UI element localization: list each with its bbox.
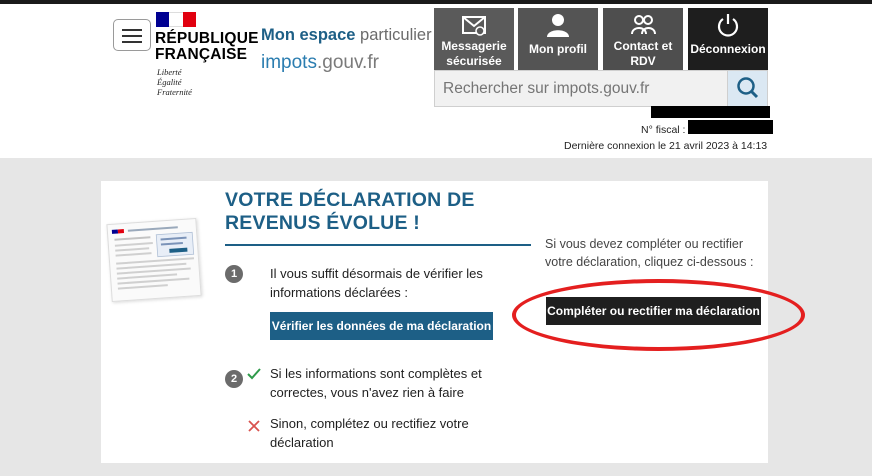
- motto-egalite: Égalité: [157, 77, 182, 87]
- menu-icon-bar: [122, 35, 142, 37]
- last-connection-text: Dernière connexion le 21 avril 2023 à 14…: [564, 140, 768, 152]
- search-input[interactable]: [435, 71, 727, 106]
- mon-espace-particulier-title: Mon espace particulier: [261, 26, 432, 45]
- space-title-bold: Mon espace: [261, 26, 356, 44]
- search-button[interactable]: [727, 71, 767, 106]
- messagerie-label-2: sécurisée: [446, 54, 502, 68]
- search-icon: [737, 77, 759, 99]
- contact-people-icon: [631, 15, 656, 35]
- redacted-user-name: [651, 106, 770, 118]
- menu-icon-bar: [122, 41, 142, 43]
- tax-form-illustration: [106, 217, 202, 303]
- secure-mail-icon: [462, 16, 486, 36]
- republic-motto: Liberté Égalité Fraternité: [157, 67, 192, 97]
- contact-label-2: RDV: [630, 54, 656, 68]
- redacted-fiscal-number: [688, 120, 773, 134]
- user-icon: [547, 14, 569, 37]
- step-1-badge: 1: [225, 265, 243, 283]
- step-2-ok-text: Si les informations sont complètes et co…: [270, 366, 482, 400]
- contact-label-1: Contact et: [613, 39, 673, 53]
- site-name-part2: .gouv.fr: [316, 52, 379, 73]
- nav-messagerie-button[interactable]: Messagerie sécurisée: [434, 8, 514, 70]
- profil-label: Mon profil: [529, 42, 587, 56]
- brand-line-1: RÉPUBLIQUE: [155, 30, 259, 47]
- step-2-badge: 2: [225, 370, 243, 388]
- document-image: [111, 226, 195, 290]
- power-icon: [717, 14, 739, 37]
- republique-francaise-logo[interactable]: RÉPUBLIQUE FRANÇAISE: [155, 31, 259, 63]
- verify-declaration-button[interactable]: Vérifier les données de ma déclaration: [270, 312, 493, 340]
- nav-deconnexion-button[interactable]: Déconnexion: [688, 8, 768, 70]
- motto-liberte: Liberté: [157, 67, 182, 77]
- fiscal-number-label: N° fiscal :: [641, 124, 686, 136]
- red-highlight-circle: [512, 279, 805, 351]
- menu-button[interactable]: [113, 19, 151, 51]
- site-name-part1: impots: [261, 52, 317, 73]
- declaration-title: VOTRE DÉCLARATION DE REVENUS ÉVOLUE !: [225, 189, 531, 246]
- correction-instruction-text: Si vous devez compléter ou rectifier vot…: [545, 237, 754, 269]
- space-title-light: particulier: [360, 26, 432, 44]
- site-header: RÉPUBLIQUE FRANÇAISE Liberté Égalité Fra…: [0, 4, 872, 158]
- step-1-text: Il vous suffit désormais de vérifier les…: [270, 266, 483, 300]
- motto-fraternite: Fraternité: [157, 87, 192, 97]
- impots-gouv-logo[interactable]: impots.gouv.fr: [261, 52, 379, 74]
- deconnexion-label: Déconnexion: [690, 42, 766, 56]
- brand-line-2: FRANÇAISE: [155, 46, 248, 63]
- marianne-flag-logo: [156, 12, 196, 27]
- menu-icon-bar: [122, 29, 142, 31]
- messagerie-label-1: Messagerie: [441, 39, 507, 53]
- search-bar: [434, 70, 768, 107]
- nav-profil-button[interactable]: Mon profil: [518, 8, 598, 70]
- step-2-ko-text: Sinon, complétez ou rectifiez votre décl…: [270, 416, 469, 450]
- cross-icon: [248, 420, 260, 432]
- nav-contact-button[interactable]: Contact et RDV: [603, 8, 683, 70]
- checkmark-icon: [247, 368, 261, 380]
